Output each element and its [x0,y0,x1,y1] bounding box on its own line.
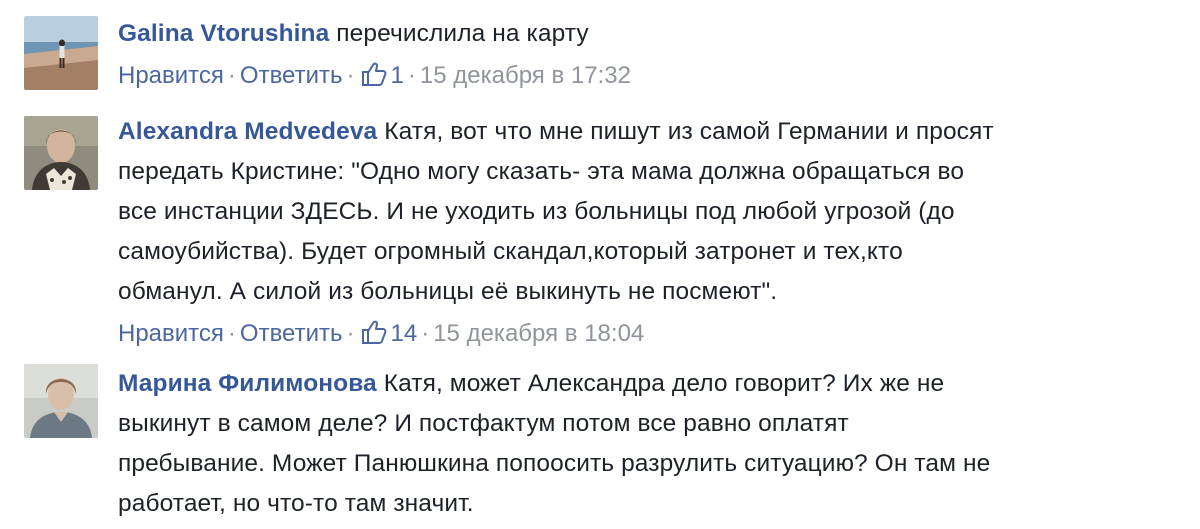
comment-timestamp[interactable]: 15 декабря в 17:32 [420,62,631,89]
like-link[interactable]: Нравится [118,62,224,89]
thumbs-up-icon[interactable] [361,60,387,86]
action-separator: · [421,320,430,347]
comment-line: работает, но что-то там значит. [118,490,474,517]
comment-line: самоубийства). Будет огромный скандал,ко… [118,238,903,265]
comment-thread: Galina Vtorushina перечислила на карту Н… [0,0,1200,529]
beach-photo-avatar-icon [24,16,98,90]
comment-line: все инстанции ЗДЕСЬ. И не уходить из бол… [118,198,955,225]
comment-text: Galina Vtorushina перечислила на карту [118,14,1178,54]
avatar[interactable] [24,364,98,438]
comment-line: выкинут в самом деле? И постфактум потом… [118,410,849,437]
action-separator: · [346,320,355,347]
comment-line: Катя, может Александра дело говорит? Их … [383,370,945,397]
comment-body: Galina Vtorushina перечислила на карту Н… [118,14,1178,96]
woman-photo-avatar-icon [24,116,98,190]
comment-author-link[interactable]: Марина Филимонова [118,370,377,397]
comment-line: обманул. А силой из больницы её выкинуть… [118,278,778,305]
comment-actions: Нравится · Ответить · 1 · 15 декабря в 17:32 [118,56,1178,96]
like-link[interactable]: Нравится [118,320,224,347]
comment-body: Alexandra Medvedeva Катя, вот что мне пи… [118,112,1178,354]
action-separator: · [227,320,236,347]
avatar[interactable] [24,16,98,90]
avatar[interactable] [24,116,98,190]
thumbs-up-icon[interactable] [361,318,387,344]
action-separator: · [227,62,236,89]
like-count[interactable]: 1 [391,62,404,89]
comment-timestamp[interactable]: 15 декабря в 18:04 [433,320,644,347]
like-count[interactable]: 14 [391,320,418,347]
woman-photo-avatar-icon [24,364,98,438]
comment-line: Катя, вот что мне пишут из самой Германи… [384,118,994,145]
comment-body: Марина Филимонова Катя, может Александра… [118,364,1178,524]
comment-line: пребывание. Может Панюшкина попоосить ра… [118,450,991,477]
comment-actions: Нравится · Ответить · 14 · 15 декабря в 18:04 [118,314,1178,354]
comment-author-link[interactable]: Galina Vtorushina [118,20,329,47]
reply-link[interactable]: Ответить [240,320,343,347]
comment-line: передать Кристине: "Одно могу сказать- э… [118,158,965,185]
comment-author-link[interactable]: Alexandra Medvedeva [118,118,377,145]
comment-text: Марина Филимонова Катя, может Александра… [118,364,1178,524]
reply-link[interactable]: Ответить [240,62,343,89]
comment-message: перечислила на карту [336,20,589,47]
action-separator: · [346,62,355,89]
action-separator: · [407,62,416,89]
comment-text: Alexandra Medvedeva Катя, вот что мне пи… [118,112,1178,312]
